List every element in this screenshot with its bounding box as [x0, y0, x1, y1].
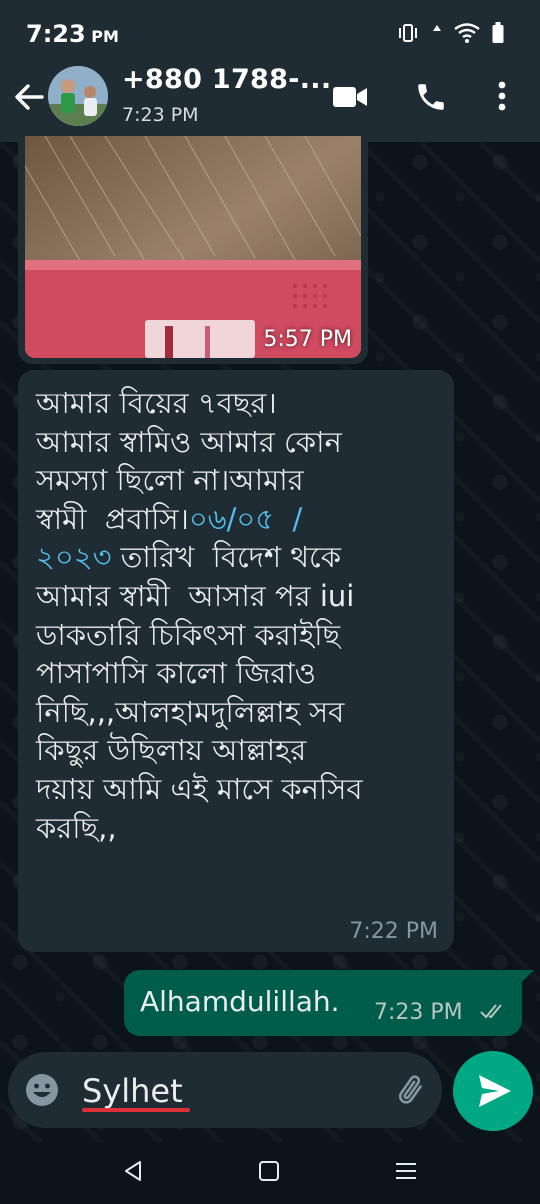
- incoming-text-message[interactable]: আমার বিয়ের ৭বছর। আমার স্বামিও আমার কোন …: [18, 370, 454, 952]
- more-vertical-icon[interactable]: [492, 78, 512, 114]
- back-arrow-icon[interactable]: [12, 80, 46, 114]
- wifi-icon: [454, 23, 480, 43]
- avatar-photo: [48, 66, 108, 126]
- send-button[interactable]: [453, 1051, 533, 1131]
- nav-back-icon[interactable]: [122, 1160, 144, 1182]
- message-text: Alhamdulillah.: [140, 985, 340, 1018]
- outgoing-text-message[interactable]: Alhamdulillah. 7:23 PM: [124, 970, 534, 1036]
- message-photo[interactable]: [25, 136, 361, 358]
- battery-icon: [492, 22, 504, 43]
- message-text: আমার বিয়ের ৭বছর। আমার স্বামিও আমার কোন …: [36, 386, 363, 845]
- double-check-icon: [480, 1004, 502, 1019]
- contact-last-seen: 7:23 PM: [122, 104, 199, 126]
- message-composer: [8, 1052, 442, 1128]
- emoji-icon[interactable]: [24, 1072, 60, 1108]
- avatar[interactable]: [48, 66, 108, 126]
- message-time: 7:22 PM: [349, 919, 438, 944]
- nav-home-icon[interactable]: [258, 1160, 280, 1182]
- status-time: 7:23 PM: [26, 20, 119, 48]
- message-time: 7:23 PM: [374, 1000, 463, 1025]
- bubble-tail: [520, 970, 534, 984]
- send-icon: [479, 1075, 511, 1107]
- system-nav-bar: [0, 1142, 540, 1204]
- data-arrows-icon: [433, 25, 441, 31]
- attach-icon[interactable]: [394, 1072, 430, 1108]
- nav-recents-icon[interactable]: [394, 1160, 418, 1182]
- message-time: 5:57 PM: [263, 327, 352, 352]
- image-message[interactable]: 5:57 PM: [18, 128, 368, 364]
- video-call-icon[interactable]: [332, 82, 368, 112]
- status-icons: [396, 22, 504, 44]
- vibrate-icon: [399, 24, 417, 42]
- contact-name[interactable]: +880 1788-...: [122, 64, 331, 95]
- spellcheck-underline: [82, 1108, 190, 1112]
- phone-icon[interactable]: [414, 80, 448, 114]
